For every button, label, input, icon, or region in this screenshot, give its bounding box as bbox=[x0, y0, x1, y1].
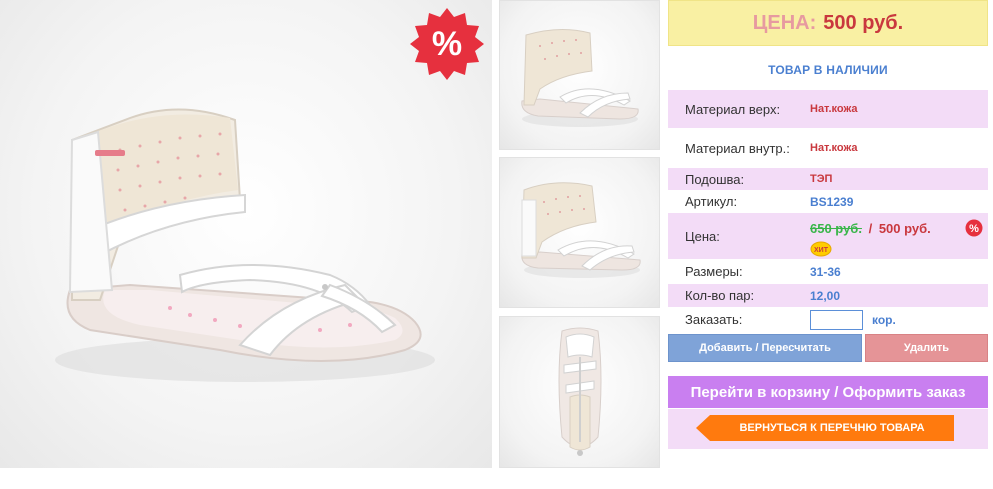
price-header: ЦЕНА: 500 руб. bbox=[668, 0, 988, 46]
property-value: ТЭП bbox=[810, 173, 833, 185]
back-to-list-button[interactable]: ВЕРНУТЬСЯ К ПЕРЕЧНЮ ТОВАРА bbox=[696, 415, 954, 441]
property-label: Кол-во пар: bbox=[685, 288, 755, 303]
property-row-material-top: Материал верх: Нат.кожа bbox=[668, 90, 988, 128]
thumbnail-3[interactable] bbox=[499, 316, 660, 468]
go-to-cart-button[interactable]: Перейти в корзину / Оформить заказ bbox=[668, 376, 988, 408]
sandal-thumb-top-illustration bbox=[558, 327, 602, 456]
back-button-container: ВЕРНУТЬСЯ К ПЕРЕЧНЮ ТОВАРА bbox=[668, 409, 988, 449]
delete-button[interactable]: Удалить bbox=[865, 334, 988, 362]
property-value: BS1239 bbox=[810, 194, 854, 209]
property-value: Нат.кожа bbox=[810, 103, 858, 115]
product-page: % ЦЕНА: 500 руб. ТОВАР В НАЛИЧИИ Материа… bbox=[0, 0, 993, 489]
property-row-order: Заказать: кор. bbox=[668, 307, 988, 332]
price-label: ЦЕНА: bbox=[752, 11, 817, 34]
property-row-pairs: Кол-во пар: 12,00 bbox=[668, 284, 988, 307]
property-row-material-inner: Материал внутр.: Нат.кожа bbox=[668, 128, 988, 168]
property-value: 31-36 bbox=[810, 264, 841, 279]
svg-text:ХИТ: ХИТ bbox=[814, 247, 829, 254]
property-label: Материал внутр.: bbox=[685, 140, 790, 156]
property-row-price: Цена: 650 руб. / 500 руб. ХИТ % bbox=[668, 213, 988, 259]
property-label: Материал верх: bbox=[685, 101, 781, 117]
sale-percent-small-icon: % bbox=[965, 219, 983, 237]
sale-percent-small: % bbox=[965, 219, 983, 237]
stock-status: ТОВАР В НАЛИЧИИ bbox=[768, 63, 888, 77]
add-recalculate-button[interactable]: Добавить / Пересчитать bbox=[668, 334, 862, 362]
property-label: Цена: bbox=[685, 228, 720, 244]
sandal-thumb-angle-illustration bbox=[521, 182, 641, 278]
property-row-article: Артикул: BS1239 bbox=[668, 190, 988, 213]
price-value: 500 руб. bbox=[823, 11, 904, 34]
svg-text:%: % bbox=[432, 25, 462, 63]
price-separator: / bbox=[868, 220, 873, 236]
property-row-sizes: Размеры: 31-36 bbox=[668, 259, 988, 284]
new-price: 500 руб. bbox=[878, 220, 931, 236]
order-unit: кор. bbox=[872, 312, 896, 327]
main-product-image[interactable]: % bbox=[0, 0, 492, 468]
price-values: 650 руб. / 500 руб. bbox=[810, 221, 988, 236]
back-button-label: ВЕРНУТЬСЯ К ПЕРЕЧНЮ ТОВАРА bbox=[739, 422, 925, 434]
property-value: Нат.кожа bbox=[810, 142, 858, 154]
svg-text:%: % bbox=[969, 223, 979, 235]
hit-badge: ХИТ bbox=[810, 241, 832, 257]
hit-icon: ХИТ bbox=[810, 241, 832, 257]
property-row-sole: Подошва: ТЭП bbox=[668, 168, 988, 190]
thumbnail-2[interactable] bbox=[499, 157, 660, 308]
property-label: Подошва: bbox=[685, 171, 745, 187]
order-quantity-input[interactable] bbox=[810, 309, 863, 330]
property-value: 12,00 bbox=[810, 288, 841, 303]
thumbnail-1[interactable] bbox=[499, 0, 660, 150]
property-label: Артикул: bbox=[685, 194, 738, 209]
property-label: Размеры: bbox=[685, 264, 743, 279]
sale-percent-icon: % bbox=[410, 8, 484, 80]
sale-badge: % bbox=[409, 6, 485, 82]
order-controls: кор. bbox=[810, 309, 988, 330]
sandal-thumb-side-illustration bbox=[521, 28, 639, 127]
product-properties: Материал верх: Нат.кожа Материал внутр.:… bbox=[668, 90, 988, 332]
old-price: 650 руб. bbox=[810, 220, 862, 236]
property-label: Заказать: bbox=[685, 312, 743, 327]
